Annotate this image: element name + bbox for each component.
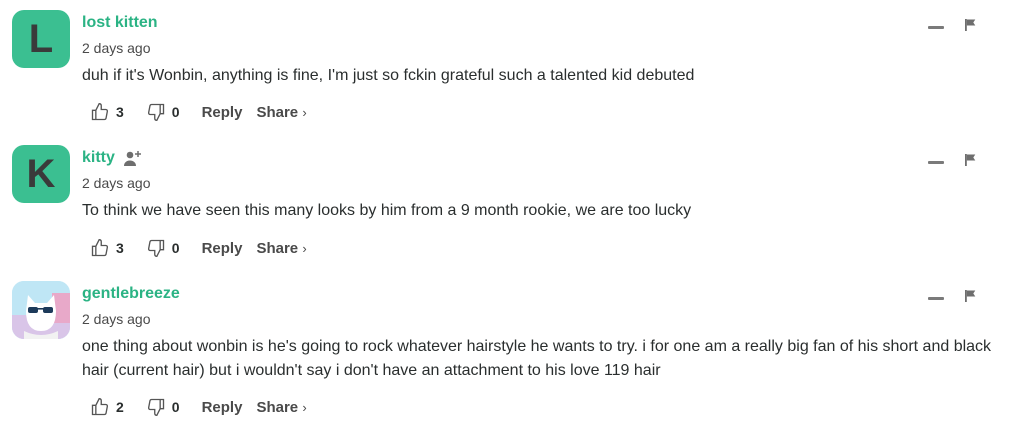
comment-options	[928, 18, 978, 32]
share-label: Share	[256, 239, 299, 257]
share-label: Share	[256, 103, 299, 121]
chevron-right-icon: ›	[302, 104, 307, 120]
flag-icon[interactable]	[964, 153, 978, 167]
thumbs-down-icon	[146, 102, 166, 122]
share-button[interactable]: Share ›	[256, 104, 306, 121]
upvote-count: 3	[116, 104, 124, 120]
share-button[interactable]: Share ›	[256, 240, 306, 257]
upvote-button[interactable]: 3	[90, 102, 124, 122]
thumbs-up-icon	[90, 102, 110, 122]
avatar[interactable]	[12, 281, 70, 339]
author-name-text[interactable]: gentlebreeze	[82, 285, 180, 303]
comment-text: duh if it's Wonbin, anything is fine, I'…	[82, 67, 695, 84]
add-user-icon[interactable]	[123, 149, 143, 167]
downvote-count: 0	[171, 240, 180, 256]
share-label: Share	[256, 398, 299, 416]
collapse-icon[interactable]	[928, 160, 944, 164]
comment-actions: 3 0 Reply Share ›	[90, 102, 321, 122]
comment-options	[928, 289, 978, 303]
thumbs-down-icon	[146, 397, 166, 417]
flag-icon[interactable]	[964, 289, 978, 303]
comment-actions: 2 0 Reply Share ›	[90, 397, 321, 417]
comment-item: K kitty 2 days ago To think we have seen…	[0, 145, 1016, 265]
comment-actions: 3 0 Reply Share ›	[90, 238, 321, 258]
comment-item: gentlebreeze 2 days ago one thing about …	[0, 281, 1016, 421]
author-name[interactable]: gentlebreeze	[82, 285, 180, 303]
downvote-count: 0	[171, 104, 180, 120]
thumbs-up-icon	[90, 397, 110, 417]
downvote-count: 0	[171, 399, 180, 415]
avatar[interactable]: L	[12, 10, 70, 68]
share-button[interactable]: Share ›	[256, 399, 306, 416]
reply-button[interactable]: Reply	[202, 399, 243, 416]
author-name-text[interactable]: kitty	[82, 149, 115, 167]
chevron-right-icon: ›	[302, 399, 307, 415]
avatar[interactable]: K	[12, 145, 70, 203]
comment-text: one thing about wonbin is he's going to …	[82, 338, 992, 379]
author-name[interactable]: lost kitten	[82, 14, 158, 32]
downvote-button[interactable]: 0	[146, 102, 180, 122]
collapse-icon[interactable]	[928, 25, 944, 29]
chevron-right-icon: ›	[302, 240, 307, 256]
reply-button[interactable]: Reply	[202, 240, 243, 257]
upvote-button[interactable]: 3	[90, 238, 124, 258]
flag-icon[interactable]	[964, 18, 978, 32]
thumbs-down-icon	[146, 238, 166, 258]
timestamp[interactable]: 2 days ago	[82, 40, 151, 56]
comment-options	[928, 153, 978, 167]
comment-item: L lost kitten 2 days ago duh if it's Won…	[0, 10, 1016, 130]
collapse-icon[interactable]	[928, 296, 944, 300]
author-name-text[interactable]: lost kitten	[82, 14, 158, 32]
reply-button[interactable]: Reply	[202, 104, 243, 121]
cat-with-sunglasses-avatar	[12, 281, 70, 339]
thumbs-up-icon	[90, 238, 110, 258]
author-name[interactable]: kitty	[82, 149, 143, 167]
timestamp[interactable]: 2 days ago	[82, 175, 151, 191]
upvote-count: 2	[116, 399, 124, 415]
upvote-button[interactable]: 2	[90, 397, 124, 417]
downvote-button[interactable]: 0	[146, 238, 180, 258]
timestamp[interactable]: 2 days ago	[82, 311, 151, 327]
downvote-button[interactable]: 0	[146, 397, 180, 417]
upvote-count: 3	[116, 240, 124, 256]
comment-text: To think we have seen this many looks by…	[82, 202, 692, 219]
